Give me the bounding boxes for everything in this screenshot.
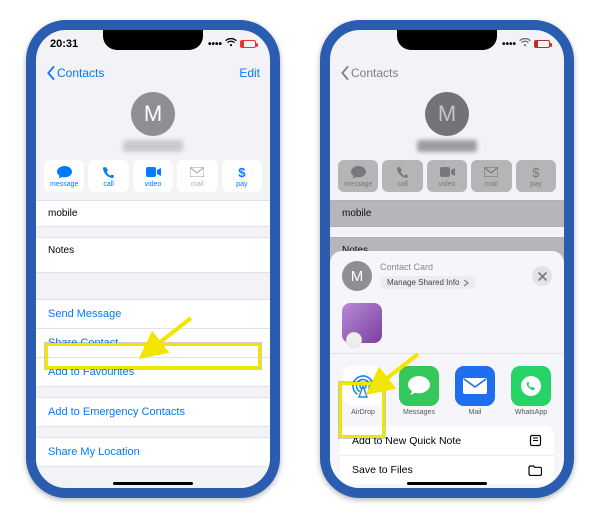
- back-label: Contacts: [57, 66, 104, 80]
- contact-actions: message call video mail $pay: [330, 154, 564, 200]
- chevron-right-icon: [463, 279, 469, 287]
- share-options-list: Add to New Quick Note Save to Files: [340, 426, 554, 484]
- send-message-row[interactable]: Send Message: [36, 299, 270, 329]
- message-icon: [351, 165, 366, 179]
- share-location-row[interactable]: Share My Location: [36, 437, 270, 467]
- status-time: 20:31: [50, 38, 78, 50]
- add-favourites-row[interactable]: Add to Favourites: [36, 358, 270, 387]
- contact-name: [123, 140, 183, 152]
- whatsapp-icon: [519, 374, 543, 398]
- whatsapp-button[interactable]: WhatsApp: [510, 366, 552, 416]
- call-button: call: [382, 160, 422, 192]
- phone-icon: [102, 165, 115, 179]
- nav-bar: Contacts: [330, 58, 564, 88]
- call-button[interactable]: call: [88, 160, 128, 192]
- airdrop-button[interactable]: AirDrop: [342, 366, 384, 416]
- video-button: video: [427, 160, 467, 192]
- pay-icon: $: [532, 165, 539, 179]
- share-contact-row[interactable]: Share Contact: [36, 329, 270, 358]
- pay-icon: $: [238, 165, 245, 179]
- save-files-row[interactable]: Save to Files: [340, 455, 554, 484]
- sheet-avatar: M: [342, 261, 372, 291]
- signal-icon: ••••: [208, 39, 222, 50]
- mail-label: mail: [191, 181, 204, 188]
- pay-button: $pay: [516, 160, 556, 192]
- avatar[interactable]: M: [131, 92, 175, 136]
- notch: [103, 30, 203, 50]
- video-label: video: [145, 181, 162, 188]
- signal-icon: ••••: [502, 39, 516, 50]
- message-label: message: [50, 181, 78, 188]
- edit-button[interactable]: Edit: [239, 66, 260, 80]
- messages-button[interactable]: Messages: [398, 366, 440, 416]
- wifi-icon: [225, 38, 237, 50]
- battery-icon: [534, 40, 550, 48]
- video-icon: [440, 165, 455, 179]
- messages-icon: [407, 375, 431, 397]
- mail-button[interactable]: mail: [177, 160, 217, 192]
- message-button[interactable]: message: [44, 160, 84, 192]
- manage-shared-info-button[interactable]: Manage Shared Info: [380, 276, 476, 289]
- home-indicator[interactable]: [113, 482, 193, 485]
- nav-bar: Contacts Edit: [36, 58, 270, 88]
- mail-share-button[interactable]: Mail: [454, 366, 496, 416]
- back-label: Contacts: [351, 66, 398, 80]
- close-button[interactable]: [532, 266, 552, 286]
- message-button: message: [338, 160, 378, 192]
- battery-icon: [240, 40, 256, 48]
- video-button[interactable]: video: [133, 160, 173, 192]
- notch: [397, 30, 497, 50]
- mobile-field: mobile: [330, 200, 564, 227]
- quick-note-row[interactable]: Add to New Quick Note: [340, 426, 554, 455]
- mail-button: mail: [471, 160, 511, 192]
- wifi-icon: [519, 38, 531, 50]
- home-indicator[interactable]: [407, 482, 487, 485]
- folder-icon: [528, 465, 542, 476]
- add-emergency-row[interactable]: Add to Emergency Contacts: [36, 397, 270, 427]
- sheet-title: Contact Card: [380, 262, 524, 272]
- pay-label: pay: [236, 181, 247, 188]
- share-sheet: M Contact Card Manage Shared Info: [330, 251, 564, 488]
- contact-name: [417, 140, 477, 152]
- message-icon: [57, 165, 72, 179]
- back-button[interactable]: Contacts: [46, 66, 104, 80]
- mobile-field[interactable]: mobile: [36, 200, 270, 227]
- video-icon: [146, 165, 161, 179]
- back-button[interactable]: Contacts: [340, 66, 398, 80]
- phone-right: •••• Contacts M message: [320, 20, 574, 498]
- nearby-device-thumbnail[interactable]: [342, 303, 382, 343]
- pay-button[interactable]: $ pay: [222, 160, 262, 192]
- phone-left: 20:31 •••• Contacts Edit M: [26, 20, 280, 498]
- mail-icon: [190, 165, 204, 179]
- airdrop-icon: [349, 372, 377, 400]
- mail-icon: [484, 165, 498, 179]
- close-icon: [538, 272, 547, 281]
- quicknote-icon: [529, 434, 542, 447]
- avatar: M: [425, 92, 469, 136]
- call-label: call: [103, 181, 114, 188]
- mail-app-icon: [462, 377, 488, 395]
- share-apps-row: AirDrop Messages Mail: [330, 356, 564, 420]
- notes-field[interactable]: Notes: [36, 237, 270, 273]
- contact-actions: message call video mail $: [36, 154, 270, 200]
- phone-icon: [396, 165, 409, 179]
